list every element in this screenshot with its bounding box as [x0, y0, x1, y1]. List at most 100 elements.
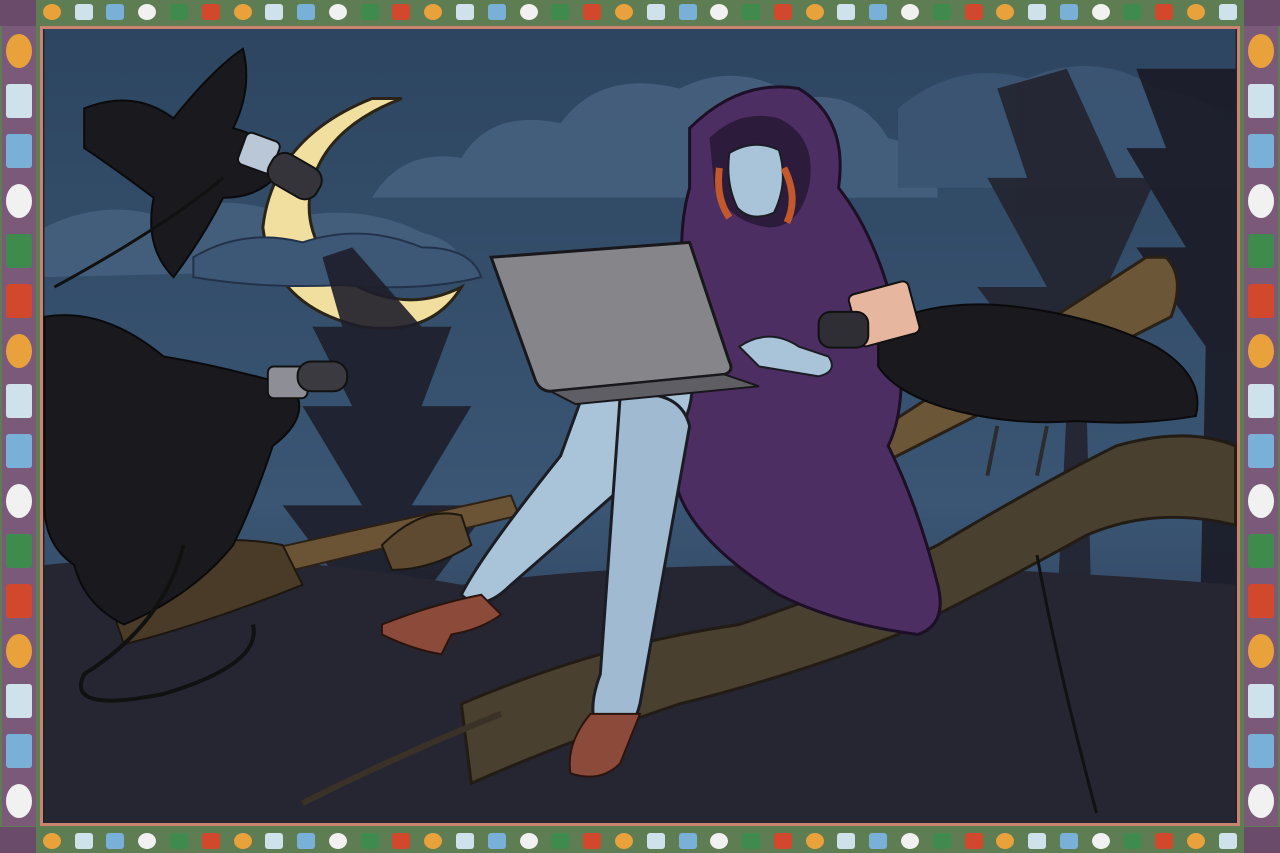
ornament-icon — [42, 4, 61, 20]
illustration — [43, 29, 1237, 823]
ornament-icon — [1155, 833, 1174, 849]
ornament-icon — [6, 784, 32, 818]
ornament-icon — [869, 4, 888, 20]
ornament-icon — [424, 4, 443, 20]
ornament-icon — [678, 833, 697, 849]
ornament-icon — [932, 4, 951, 20]
ornament-icon — [964, 4, 983, 20]
ornament-icon — [265, 833, 284, 849]
ornament-icon — [646, 4, 665, 20]
ornament-icon — [233, 833, 252, 849]
ornament-icon — [6, 284, 32, 318]
ornament-icon — [519, 4, 538, 20]
ornament-icon — [1218, 4, 1237, 20]
ornament-icon — [996, 833, 1015, 849]
ornament-icon — [773, 833, 792, 849]
ornament-icon — [6, 84, 32, 118]
ornament-icon — [1248, 234, 1274, 268]
ornament-icon — [6, 534, 32, 568]
frame-right-border — [1244, 26, 1278, 826]
illustration-scene — [40, 26, 1240, 826]
ornament-icon — [297, 4, 316, 20]
ornament-icon — [1248, 434, 1274, 468]
ornament-icon — [1248, 784, 1274, 818]
ornament-icon — [742, 833, 761, 849]
ornament-icon — [1248, 484, 1274, 518]
ornament-icon — [456, 4, 475, 20]
ornament-icon — [106, 833, 125, 849]
ornament-icon — [1123, 4, 1142, 20]
ornament-icon — [6, 384, 32, 418]
ornament-icon — [710, 833, 729, 849]
ornament-icon — [106, 4, 125, 20]
ornament-icon — [1091, 4, 1110, 20]
ornament-icon — [551, 4, 570, 20]
ornament-icon — [6, 584, 32, 618]
ornament-icon — [233, 4, 252, 20]
ornament-icon — [900, 4, 919, 20]
ornament-icon — [583, 4, 602, 20]
ornament-icon — [996, 4, 1015, 20]
frame-left-border — [2, 26, 36, 826]
ornament-icon — [170, 833, 189, 849]
ornament-icon — [74, 833, 93, 849]
ornament-icon — [805, 833, 824, 849]
ornament-icon — [265, 4, 284, 20]
ornament-icon — [1248, 334, 1274, 368]
ornamental-frame — [0, 0, 1280, 853]
ornament-icon — [6, 334, 32, 368]
ornament-icon — [964, 833, 983, 849]
ornament-icon — [583, 833, 602, 849]
frame-corner — [1244, 0, 1280, 26]
ornament-icon — [487, 4, 506, 20]
ornament-icon — [6, 34, 32, 68]
ornament-icon — [297, 833, 316, 849]
ornament-icon — [1028, 833, 1047, 849]
ornament-icon — [1187, 833, 1206, 849]
ornament-icon — [1123, 833, 1142, 849]
ornament-icon — [6, 134, 32, 168]
ornament-icon — [1248, 684, 1274, 718]
ornament-icon — [6, 734, 32, 768]
ornament-icon — [742, 4, 761, 20]
ornament-icon — [138, 4, 157, 20]
ornament-icon — [1028, 4, 1047, 20]
ornament-icon — [1248, 634, 1274, 668]
ornament-icon — [710, 4, 729, 20]
ornament-icon — [6, 634, 32, 668]
ornament-icon — [6, 434, 32, 468]
ornament-icon — [6, 684, 32, 718]
ornament-icon — [805, 4, 824, 20]
ornament-icon — [1155, 4, 1174, 20]
ornament-icon — [487, 833, 506, 849]
ornament-icon — [1248, 134, 1274, 168]
ornament-icon — [424, 833, 443, 849]
ornament-icon — [1248, 534, 1274, 568]
ornament-icon — [1091, 833, 1110, 849]
frame-bottom-border — [36, 829, 1244, 853]
ornament-icon — [74, 4, 93, 20]
face — [727, 143, 784, 218]
frame-corner — [0, 827, 36, 853]
ornament-icon — [6, 484, 32, 518]
ornament-icon — [519, 833, 538, 849]
ornament-icon — [1248, 384, 1274, 418]
ornament-icon — [201, 4, 220, 20]
ornament-icon — [456, 833, 475, 849]
ornament-icon — [328, 4, 347, 20]
ornament-icon — [138, 833, 157, 849]
ornament-icon — [328, 833, 347, 849]
frame-corner — [1244, 827, 1280, 853]
frame-corner — [0, 0, 36, 26]
ornament-icon — [1248, 184, 1274, 218]
ornament-icon — [6, 234, 32, 268]
frame-top-border — [36, 0, 1244, 24]
ornament-icon — [170, 4, 189, 20]
ornament-icon — [614, 4, 633, 20]
ornament-icon — [900, 833, 919, 849]
ornament-icon — [646, 833, 665, 849]
ornament-icon — [869, 833, 888, 849]
ornament-icon — [360, 833, 379, 849]
ornament-icon — [837, 4, 856, 20]
ornament-icon — [201, 833, 220, 849]
